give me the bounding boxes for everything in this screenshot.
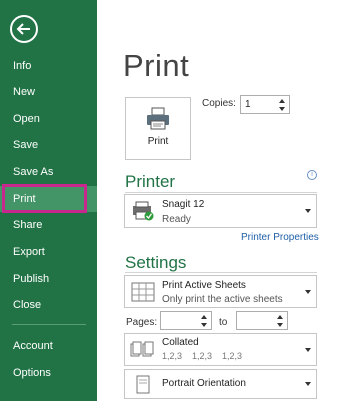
printer-dropdown[interactable]: Snagit 12 Ready bbox=[124, 194, 317, 228]
sidebar-item-save[interactable]: Save bbox=[0, 132, 97, 158]
collated-pages-icon bbox=[130, 341, 154, 357]
sidebar-item-publish[interactable]: Publish bbox=[0, 266, 97, 292]
printer-heading: Printer bbox=[125, 172, 176, 191]
collation-dropdown[interactable]: Collated 1,2,3 1,2,3 1,2,3 bbox=[124, 333, 317, 366]
sidebar-item-new[interactable]: New bbox=[0, 79, 97, 105]
print-button-label: Print bbox=[147, 136, 169, 147]
chevron-down-icon bbox=[305, 209, 311, 213]
copies-stepper[interactable]: 1 bbox=[240, 95, 290, 114]
pages-label: Pages: bbox=[126, 317, 158, 328]
spin-down-icon[interactable] bbox=[275, 321, 285, 329]
sidebar-item-account[interactable]: Account bbox=[0, 333, 97, 359]
chevron-down-icon bbox=[305, 348, 311, 352]
printer-status: Ready bbox=[162, 214, 191, 225]
spin-up-icon[interactable] bbox=[277, 97, 287, 105]
printer-divider bbox=[125, 192, 317, 193]
print-what-dropdown[interactable]: Print Active Sheets Only print the activ… bbox=[124, 275, 317, 308]
pages-to-input[interactable] bbox=[236, 311, 288, 330]
printer-properties-link[interactable]: Printer Properties bbox=[241, 232, 319, 243]
settings-heading: Settings bbox=[125, 253, 187, 272]
copies-label: Copies: bbox=[202, 98, 236, 109]
printer-name: Snagit 12 bbox=[162, 199, 205, 210]
copies-value: 1 bbox=[245, 99, 251, 110]
sidebar-item-open[interactable]: Open bbox=[0, 106, 97, 132]
page-title: Print bbox=[123, 48, 190, 83]
spin-down-icon[interactable] bbox=[199, 321, 209, 329]
sidebar-item-share[interactable]: Share bbox=[0, 212, 97, 238]
printer-device-icon bbox=[133, 201, 154, 221]
spin-up-icon[interactable] bbox=[275, 313, 285, 321]
spin-up-icon[interactable] bbox=[199, 313, 209, 321]
sheet-grid-icon bbox=[131, 282, 155, 302]
pages-from-input[interactable] bbox=[160, 311, 212, 330]
orientation-title: Portrait Orientation bbox=[162, 378, 246, 389]
pages-to-label: to bbox=[219, 317, 228, 328]
collated-title: Collated bbox=[162, 337, 199, 348]
printer-icon bbox=[147, 107, 169, 130]
sidebar-divider bbox=[12, 324, 86, 325]
collated-subtitle: 1,2,3 1,2,3 1,2,3 bbox=[162, 351, 243, 361]
portrait-page-icon bbox=[136, 375, 150, 394]
chevron-down-icon bbox=[305, 290, 311, 294]
back-arrow-icon[interactable] bbox=[10, 15, 38, 43]
sidebar-item-close[interactable]: Close bbox=[0, 292, 97, 318]
print-button[interactable]: Print bbox=[125, 97, 191, 160]
spin-down-icon[interactable] bbox=[277, 105, 287, 113]
info-icon[interactable]: i bbox=[307, 170, 317, 180]
orientation-dropdown[interactable]: Portrait Orientation bbox=[124, 369, 317, 399]
sidebar-item-options[interactable]: Options bbox=[0, 360, 97, 386]
sidebar-item-save-as[interactable]: Save As bbox=[0, 159, 97, 185]
sidebar-item-export[interactable]: Export bbox=[0, 239, 97, 265]
settings-divider bbox=[125, 272, 317, 273]
print-what-subtitle: Only print the active sheets bbox=[162, 294, 283, 305]
print-what-title: Print Active Sheets bbox=[162, 280, 246, 291]
print-highlight-box bbox=[2, 184, 87, 213]
chevron-down-icon bbox=[305, 382, 311, 386]
sidebar-item-info[interactable]: Info bbox=[0, 53, 97, 79]
